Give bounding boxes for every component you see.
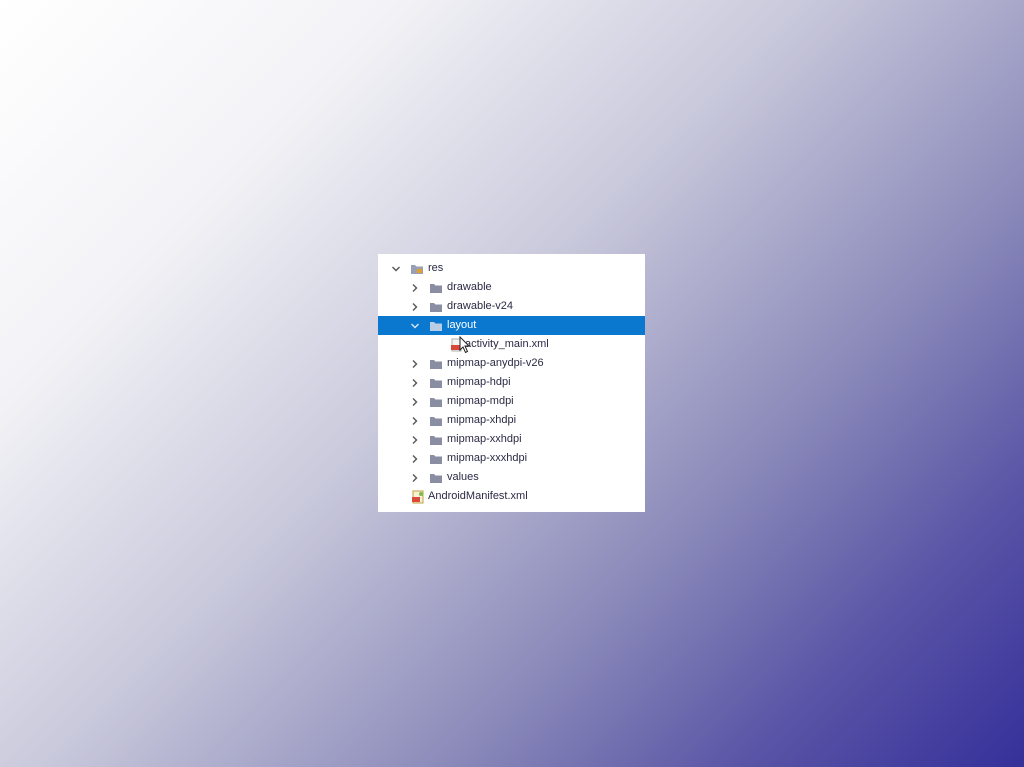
folder-icon <box>429 377 443 389</box>
chevron-right-icon[interactable] <box>409 301 421 313</box>
chevron-right-icon[interactable] <box>409 434 421 446</box>
tree-item-label: AndroidManifest.xml <box>428 490 528 502</box>
folder-icon <box>429 396 443 408</box>
tree-item-label: mipmap-xxxhdpi <box>447 452 528 464</box>
tree-item-label: activity_main.xml <box>465 338 549 350</box>
tree-item-res[interactable]: res <box>378 259 645 278</box>
manifest-file-icon <box>411 490 425 503</box>
folder-icon <box>429 472 443 484</box>
tree-item-mipmap-anydpi-v26[interactable]: mipmap-anydpi-v26 <box>378 354 645 373</box>
tree-item-mipmap-mdpi[interactable]: mipmap-mdpi <box>378 392 645 411</box>
chevron-down-icon[interactable] <box>409 320 421 332</box>
tree-item-values[interactable]: values <box>378 468 645 487</box>
project-tree-panel: res drawable drawable-v24 layout activit… <box>378 254 645 512</box>
tree-item-label: mipmap-xhdpi <box>447 414 517 426</box>
chevron-right-icon[interactable] <box>409 472 421 484</box>
tree-item-label: layout <box>447 319 477 331</box>
folder-icon <box>429 282 443 294</box>
tree-item-drawable-v24[interactable]: drawable-v24 <box>378 297 645 316</box>
tree-item-drawable[interactable]: drawable <box>378 278 645 297</box>
folder-icon <box>429 453 443 465</box>
tree-item-layout[interactable]: layout <box>378 316 645 335</box>
chevron-right-icon[interactable] <box>409 377 421 389</box>
tree-item-label: mipmap-hdpi <box>447 376 511 388</box>
tree-item-mipmap-hdpi[interactable]: mipmap-hdpi <box>378 373 645 392</box>
chevron-right-icon[interactable] <box>409 415 421 427</box>
resource-folder-icon <box>410 263 424 275</box>
mouse-cursor-icon <box>459 336 471 354</box>
chevron-right-icon[interactable] <box>409 396 421 408</box>
tree-item-label: drawable <box>447 281 492 293</box>
folder-icon <box>429 358 443 370</box>
chevron-down-icon[interactable] <box>390 263 402 275</box>
folder-icon <box>429 434 443 446</box>
tree-item-mipmap-xhdpi[interactable]: mipmap-xhdpi <box>378 411 645 430</box>
tree-item-label: mipmap-xxhdpi <box>447 433 522 445</box>
chevron-right-icon[interactable] <box>409 453 421 465</box>
tree-item-label: drawable-v24 <box>447 300 514 312</box>
tree-item-androidmanifest-xml[interactable]: AndroidManifest.xml <box>378 487 645 506</box>
folder-icon <box>429 415 443 427</box>
tree-item-label: values <box>447 471 479 483</box>
tree-item-mipmap-xxxhdpi[interactable]: mipmap-xxxhdpi <box>378 449 645 468</box>
tree-item-label: mipmap-anydpi-v26 <box>447 357 544 369</box>
tree-item-label: res <box>428 262 444 274</box>
tree-item-label: mipmap-mdpi <box>447 395 514 407</box>
folder-icon <box>429 301 443 313</box>
tree-item-activity-main-xml[interactable]: activity_main.xml <box>378 335 645 354</box>
tree-item-mipmap-xxhdpi[interactable]: mipmap-xxhdpi <box>378 430 645 449</box>
folder-icon <box>429 320 443 332</box>
chevron-right-icon[interactable] <box>409 282 421 294</box>
chevron-right-icon[interactable] <box>409 358 421 370</box>
